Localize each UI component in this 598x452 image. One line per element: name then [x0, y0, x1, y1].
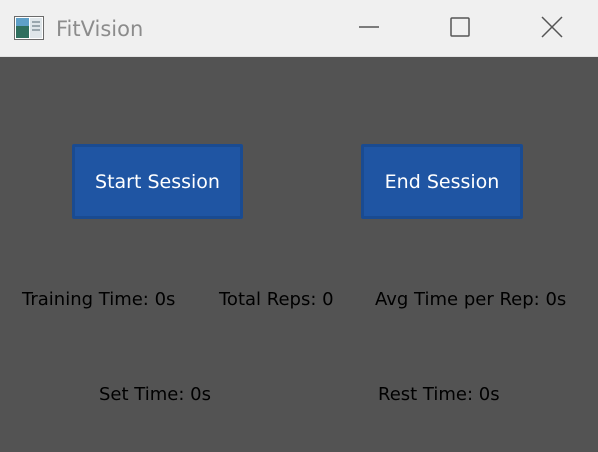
app-window: FitVision Start Session End Session Trai…	[0, 0, 598, 452]
training-time-label: Training Time: 0s	[22, 289, 176, 310]
set-time-label: Set Time: 0s	[99, 384, 211, 405]
rest-time-label: Rest Time: 0s	[378, 384, 500, 405]
start-session-button[interactable]: Start Session	[72, 144, 243, 219]
end-session-button[interactable]: End Session	[361, 144, 523, 219]
app-icon	[14, 16, 44, 40]
close-button[interactable]	[506, 0, 598, 57]
minimize-button[interactable]	[323, 0, 415, 57]
title-bar[interactable]: FitVision	[0, 0, 598, 57]
maximize-button[interactable]	[414, 0, 506, 57]
avg-time-per-rep-label: Avg Time per Rep: 0s	[375, 289, 567, 310]
total-reps-label: Total Reps: 0	[219, 289, 334, 310]
minimize-icon	[359, 17, 379, 41]
window-title: FitVision	[56, 17, 144, 41]
close-icon	[541, 15, 563, 42]
maximize-icon	[450, 16, 470, 41]
